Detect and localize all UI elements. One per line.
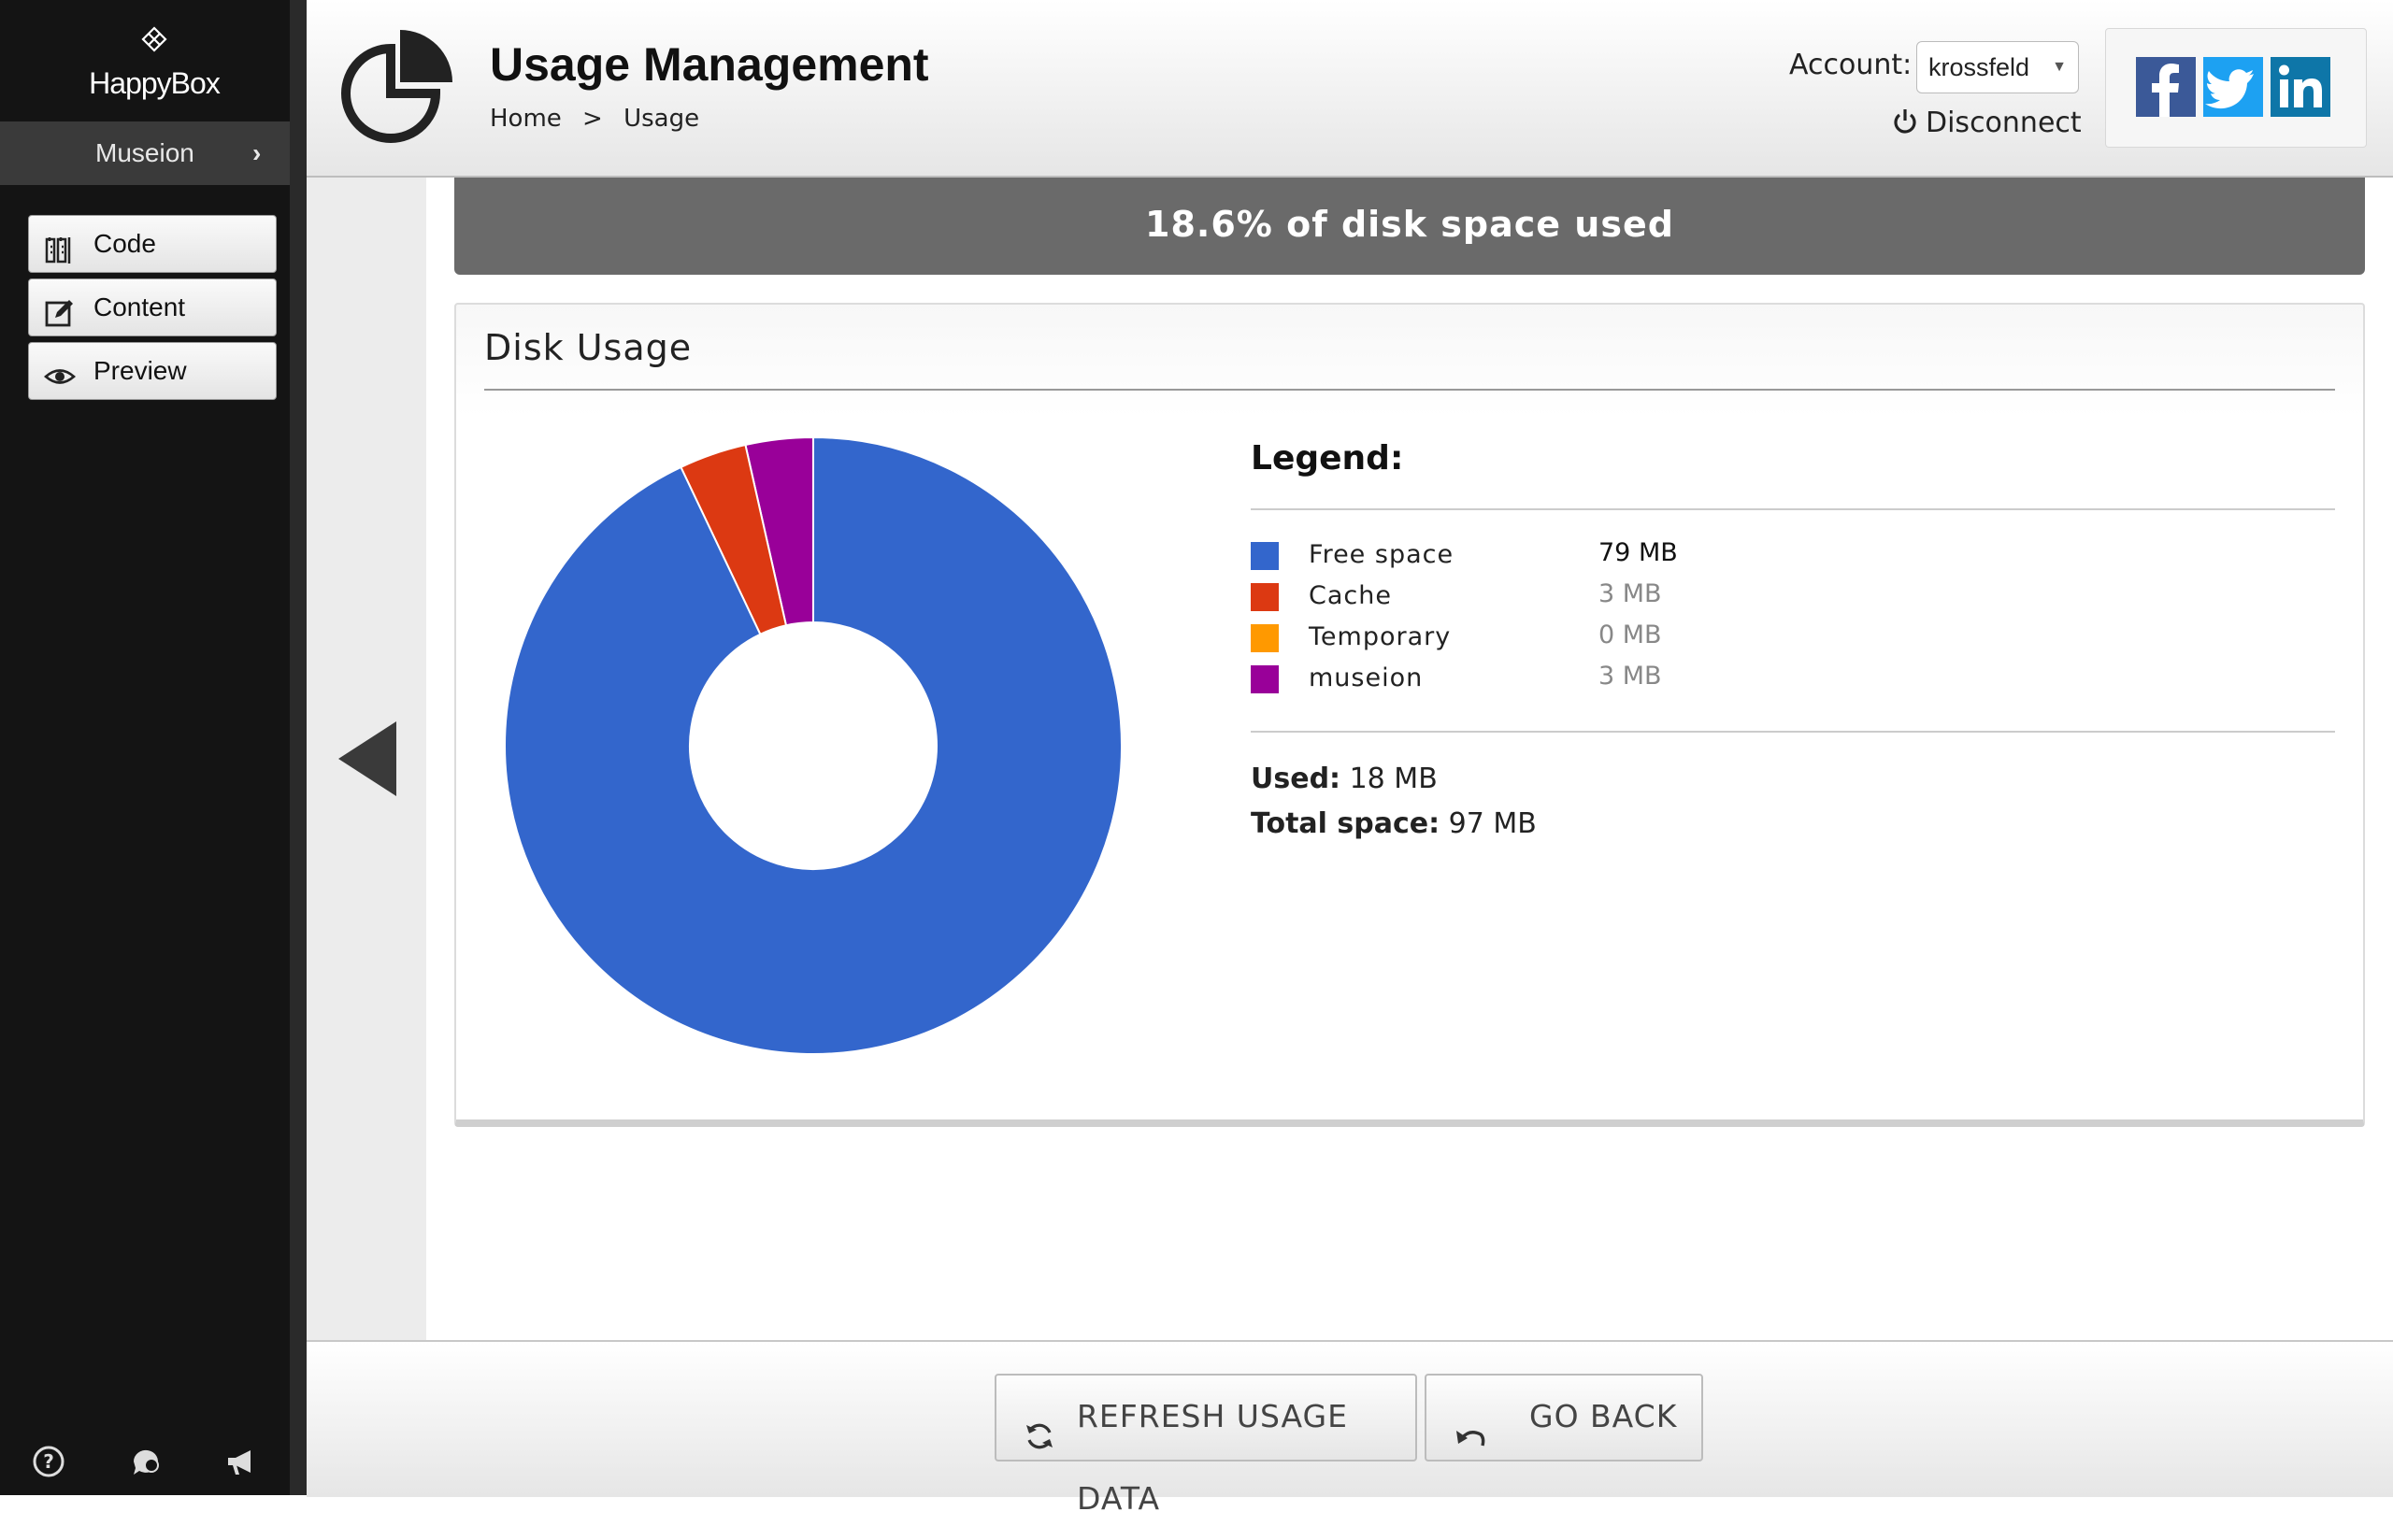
support-chat-icon[interactable] xyxy=(129,1445,163,1478)
go-back-button[interactable]: GO BACK xyxy=(1425,1374,1703,1462)
used-value: 18 MB xyxy=(1349,763,1438,795)
legend-value: 79 MB xyxy=(1598,538,1678,567)
legend-value: 3 MB xyxy=(1598,662,1662,691)
social-links xyxy=(2105,28,2367,148)
legend-label: Free space xyxy=(1309,540,1454,569)
legend-title: Legend: xyxy=(1251,439,1404,478)
account-select[interactable]: krossfeld ▼ xyxy=(1916,41,2079,93)
eye-icon xyxy=(44,356,76,388)
disk-usage-status: 18.6% of disk space used xyxy=(454,178,2365,275)
disk-usage-card: Disk Usage Legend: Free space 79 MB Cach… xyxy=(454,303,2365,1127)
linkedin-icon[interactable] xyxy=(2271,57,2330,117)
legend-label: Cache xyxy=(1309,581,1392,610)
legend-item-cache: Cache 3 MB xyxy=(1251,578,2279,615)
legend-value: 0 MB xyxy=(1598,620,1662,649)
button-label: GO BACK xyxy=(1529,1398,1678,1434)
legend-swatch xyxy=(1251,542,1279,570)
legend-swatch xyxy=(1251,624,1279,652)
divider xyxy=(1251,731,2335,733)
used-label: Used: xyxy=(1251,763,1341,795)
twitter-icon[interactable] xyxy=(2203,57,2263,117)
power-icon xyxy=(1894,109,1916,134)
previous-arrow-icon[interactable] xyxy=(337,720,398,798)
undo-icon xyxy=(1453,1402,1486,1447)
happybox-logo-mark-icon xyxy=(0,26,308,66)
legend-label: Temporary xyxy=(1309,622,1452,651)
divider xyxy=(484,389,2335,391)
svg-text:?: ? xyxy=(43,1450,54,1473)
happybox-logo[interactable]: HappyBox xyxy=(0,26,308,101)
total-space-stat: Total space: 97 MB xyxy=(1251,807,1537,840)
account-label: Account: xyxy=(1789,49,1913,81)
sidebar-item-code[interactable]: Code xyxy=(28,215,277,273)
sidebar-item-label: Preview xyxy=(93,356,187,385)
edit-icon xyxy=(44,292,76,327)
breadcrumb-current: Usage xyxy=(623,105,700,133)
total-label: Total space: xyxy=(1251,807,1440,840)
facebook-icon[interactable] xyxy=(2136,57,2196,117)
disconnect-link[interactable]: Disconnect xyxy=(1892,107,2082,139)
announcement-icon[interactable] xyxy=(224,1445,258,1478)
legend-value: 3 MB xyxy=(1598,579,1662,608)
page-title: Usage Management xyxy=(490,38,929,91)
breadcrumb-home[interactable]: Home xyxy=(490,105,562,133)
caret-down-icon: ▼ xyxy=(2052,59,2067,75)
legend-swatch xyxy=(1251,665,1279,693)
sidebar-edge xyxy=(290,0,307,1495)
legend-swatch xyxy=(1251,583,1279,611)
breadcrumb-separator: > xyxy=(582,105,603,133)
code-icon xyxy=(44,229,76,264)
sidebar-item-preview[interactable]: Preview xyxy=(28,342,277,400)
divider xyxy=(1251,508,2335,510)
legend-item-museion: museion 3 MB xyxy=(1251,660,2279,697)
used-space-stat: Used: 18 MB xyxy=(1251,763,1438,795)
card-title: Disk Usage xyxy=(484,327,693,368)
project-selector[interactable]: Museion › xyxy=(0,121,290,185)
breadcrumb: Home > Usage xyxy=(490,105,712,133)
sidebar-item-label: Code xyxy=(93,229,156,258)
sidebar-item-label: Content xyxy=(93,292,186,321)
brand-name: HappyBox xyxy=(89,66,221,100)
legend-item-temporary: Temporary 0 MB xyxy=(1251,619,2279,656)
disconnect-label: Disconnect xyxy=(1926,107,2082,139)
help-icon[interactable]: ? xyxy=(32,1445,65,1478)
sidebar-item-content[interactable]: Content xyxy=(28,278,277,336)
chevron-right-icon: › xyxy=(252,138,262,167)
project-name: Museion xyxy=(95,138,194,167)
legend-label: museion xyxy=(1309,663,1424,692)
disk-usage-donut-chart xyxy=(504,435,1123,1055)
refresh-usage-data-button[interactable]: REFRESH USAGE DATA xyxy=(995,1374,1417,1517)
usage-chart-icon xyxy=(341,30,452,143)
refresh-icon xyxy=(1023,1402,1056,1449)
button-label: REFRESH USAGE DATA xyxy=(1077,1398,1348,1517)
account-select-value: krossfeld xyxy=(1928,53,2030,81)
legend-item-free-space: Free space 79 MB xyxy=(1251,536,2279,574)
donut-slice-free-space[interactable] xyxy=(504,435,1123,1055)
total-value: 97 MB xyxy=(1448,807,1537,840)
